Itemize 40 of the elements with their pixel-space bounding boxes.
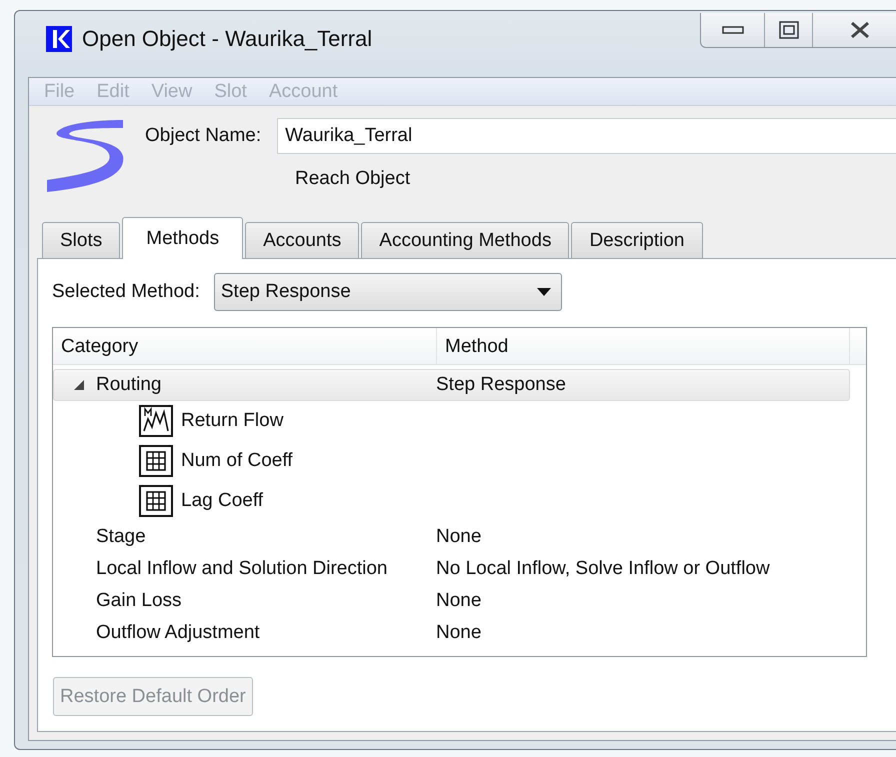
object-type-text: Reach Object	[295, 168, 412, 190]
tab[interactable]: Slots	[42, 222, 120, 258]
slot-text[interactable]: Num of Coeff	[181, 450, 293, 472]
table-icon	[139, 485, 173, 517]
expander-icon[interactable]	[74, 380, 84, 390]
maximize-icon	[778, 21, 798, 39]
app-logo-icon	[46, 26, 72, 52]
category-text: Stage	[96, 526, 147, 548]
method-text: None	[436, 526, 482, 548]
tab[interactable]: Methods	[122, 217, 244, 259]
tab[interactable]: Accounts	[245, 222, 360, 258]
dropdown-arrow-icon	[536, 288, 551, 296]
object-name-field[interactable]: Waurika_Terral	[277, 118, 896, 154]
method-text: None	[436, 622, 482, 644]
tree-row[interactable]: Outflow Adjustment None	[53, 617, 850, 649]
slot-text[interactable]: Lag Coeff	[181, 490, 264, 512]
selected-method-label: Selected Method:	[52, 281, 200, 303]
tree-row[interactable]: Gain Loss None	[53, 585, 850, 617]
category-text: Gain Loss	[96, 590, 183, 612]
column-header[interactable]: Category	[53, 328, 437, 364]
category-text: Local Inflow and Solution Direction	[96, 558, 389, 580]
method-text: No Local Inflow, Solve Inflow or Outflow	[436, 558, 770, 580]
minimize-icon	[722, 25, 744, 35]
chart-icon	[139, 405, 173, 437]
method-dropdown[interactable]: Step Response	[214, 273, 562, 311]
tab[interactable]: Description	[571, 222, 702, 258]
close-icon	[848, 21, 870, 39]
column-header[interactable]: Method	[437, 328, 850, 364]
slot-text[interactable]: Return Flow	[181, 410, 284, 432]
tree-row[interactable]: Routing Step Response	[53, 369, 850, 401]
category-text: Routing	[96, 374, 162, 396]
method-text: Step Response	[436, 374, 566, 396]
tree-row[interactable]: Stage None	[53, 521, 850, 553]
tab[interactable]: Accounting Methods	[361, 222, 570, 258]
object-name-label: Object Name:	[145, 125, 262, 147]
category-text: Outflow Adjustment	[96, 622, 261, 644]
table-icon	[139, 445, 173, 477]
method-text: None	[436, 590, 482, 612]
window-title: Open Object - Waurika_Terral	[82, 26, 372, 52]
tree-row[interactable]: Local Inflow and Solution Direction No Local Inflow, Solve Inflow or Outflow	[53, 553, 850, 585]
